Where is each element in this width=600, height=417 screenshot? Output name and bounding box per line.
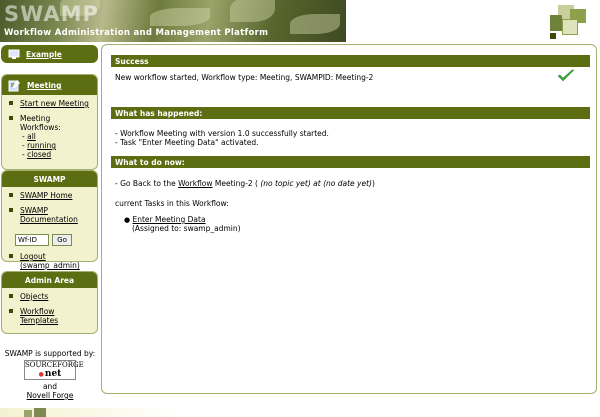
meeting-header: Meeting [2, 75, 97, 95]
supported-by: SWAMP is supported by: SOURCEFORGE net a… [0, 349, 100, 400]
swamp-documentation-link[interactable]: SWAMP Documentation [20, 206, 78, 224]
success-title: Success [111, 55, 590, 67]
example-box: Example [1, 45, 98, 63]
footer-square [24, 410, 32, 417]
list-item: Meeting Workflows: - all - running - clo… [7, 114, 93, 159]
go-button[interactable]: Go [52, 234, 72, 246]
task-assigned: (Assigned to: swamp_admin) [132, 224, 241, 233]
notepad-icon [8, 80, 20, 92]
monitor-icon [8, 49, 20, 59]
list-item: Workflow Templates [7, 307, 93, 325]
list-item: Start new Meeting [7, 99, 93, 108]
goback-line: - Go Back to the Workflow Meeting-2 ( (n… [115, 179, 375, 188]
list-item: SWAMP Documentation [7, 206, 93, 224]
swamp-header: SWAMP [2, 171, 97, 187]
swamp-logo-icon [550, 5, 586, 41]
happened-line: - Workflow Meeting with version 1.0 succ… [115, 129, 329, 138]
meeting-box: Meeting Start new Meeting Meeting Workfl… [1, 74, 98, 170]
workflow-templates-link[interactable]: Workflow Templates [20, 307, 58, 325]
swamp-box: SWAMP SWAMP Home SWAMPDocumentation Go L… [1, 170, 98, 270]
logout-link[interactable]: Logout (swamp_admin) [20, 252, 80, 270]
filter-running-link[interactable]: running [27, 141, 56, 150]
wfid-form: Go [2, 234, 97, 246]
enter-meeting-data-link[interactable]: Enter Meeting Data [133, 215, 206, 224]
and-text: and [42, 382, 58, 391]
todo-title: What to do now: [111, 156, 590, 168]
supported-text: SWAMP is supported by: [4, 349, 96, 358]
list-item: Objects [7, 292, 93, 301]
meeting-workflows-label: Meeting Workflows: [20, 114, 61, 132]
list-item: Logout (swamp_admin) [7, 252, 93, 270]
filter-closed-link[interactable]: closed [27, 150, 51, 159]
checkmark-icon [557, 69, 575, 82]
app-logo-text: SWAMP [4, 2, 99, 26]
workflow-link[interactable]: Workflow [178, 179, 212, 188]
meeting-title-link[interactable]: Meeting [27, 81, 62, 90]
success-message: New workflow started, Workflow type: Mee… [115, 73, 374, 82]
start-new-meeting-link[interactable]: Start new Meeting [20, 99, 89, 108]
happened-line: - Task "Enter Meeting Data" activated. [115, 138, 259, 147]
objects-link[interactable]: Objects [20, 292, 48, 301]
admin-box: Admin Area Objects Workflow Templates [1, 271, 98, 334]
current-tasks-label: current Tasks in this Workflow: [115, 199, 229, 208]
novell-forge-link[interactable]: Novell Forge [27, 391, 74, 400]
admin-header: Admin Area [2, 272, 97, 288]
sourceforge-logo[interactable]: SOURCEFORGE net [24, 360, 84, 380]
example-link[interactable]: Example [26, 50, 62, 59]
list-item: SWAMP Home [7, 191, 93, 200]
filter-all-link[interactable]: all [27, 132, 36, 141]
happened-title: What has happened: [111, 107, 590, 119]
footer-square [34, 408, 46, 417]
header-banner: SWAMP Workflow Administration and Manage… [0, 0, 346, 42]
main-panel: Success New workflow started, Workflow t… [101, 44, 597, 394]
footer-strip [0, 408, 600, 417]
swamp-home-link[interactable]: SWAMP Home [20, 191, 72, 200]
wfid-input[interactable] [15, 234, 49, 246]
app-subtitle: Workflow Administration and Management P… [4, 28, 269, 38]
